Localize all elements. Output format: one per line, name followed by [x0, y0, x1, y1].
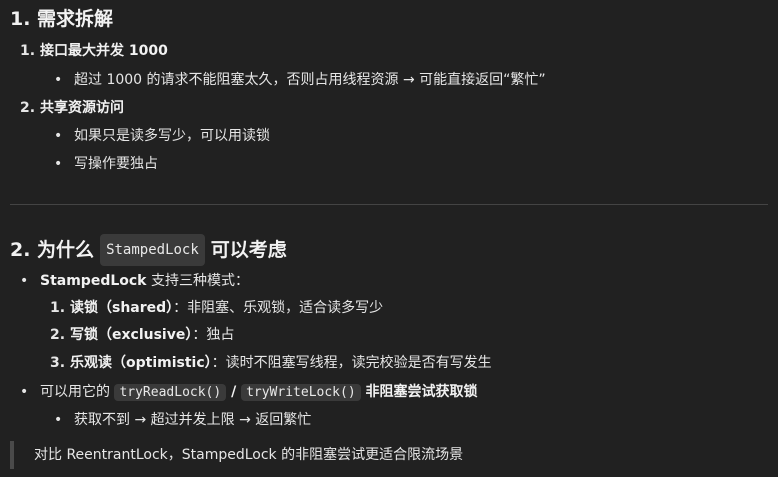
list-item-text: 可以用它的	[40, 384, 115, 400]
list-item: 1. 读锁（shared）：非阻塞、乐观锁，适合读多写少	[50, 298, 383, 318]
list-item: 获取不到 → 超过并发上限 → 返回繁忙	[54, 410, 311, 430]
list-number: 2.	[50, 327, 66, 343]
list-item: StampedLock 支持三种模式：	[20, 271, 249, 291]
list-item-text: 支持三种模式：	[146, 273, 249, 289]
bullet-icon	[20, 271, 40, 291]
list-number: 1.	[20, 43, 36, 59]
list-item-label: 非阻塞尝试获取锁	[360, 384, 478, 400]
inline-code: tryReadLock()	[114, 384, 227, 401]
divider	[10, 204, 768, 205]
list-number: 1.	[50, 300, 66, 316]
heading-text: 可以考虑	[210, 239, 287, 261]
list-item: 2. 写锁（exclusive）：独占	[50, 325, 234, 345]
list-item-text: ：独占	[192, 327, 235, 343]
list-number: 2.	[20, 100, 36, 116]
list-item: 3. 乐观读（optimistic）：读时不阻塞写线程，读完校验是否有写发生	[50, 353, 492, 373]
bullet-icon	[54, 154, 74, 174]
list-item-label: 共享资源访问	[40, 100, 124, 116]
list-item-label: 写锁（exclusive）	[70, 327, 193, 343]
section-2-heading: 2. 为什么 StampedLock 可以考虑	[10, 234, 287, 266]
bullet-icon	[20, 382, 40, 402]
blockquote: 对比 ReentrantLock，StampedLock 的非阻塞尝试更适合限流…	[10, 441, 730, 469]
list-item-text: 写操作要独占	[74, 156, 158, 172]
list-item: 超过 1000 的请求不能阻塞太久，否则占用线程资源 → 可能直接返回“繁忙”	[54, 70, 546, 90]
list-item-text: 获取不到 → 超过并发上限 → 返回繁忙	[74, 412, 312, 428]
bullet-icon	[54, 70, 74, 90]
list-item: 1. 接口最大并发 1000	[20, 41, 168, 61]
bullet-icon	[54, 126, 74, 146]
list-item-text: 超过 1000 的请求不能阻塞太久，否则占用线程资源 → 可能直接返回“繁忙”	[74, 72, 546, 88]
separator-text: /	[226, 384, 242, 400]
list-item: 2. 共享资源访问	[20, 98, 124, 118]
section-1-heading: 1. 需求拆解	[10, 8, 114, 30]
list-item: 如果只是读多写少，可以用读锁	[54, 126, 270, 146]
list-item-label: 接口最大并发 1000	[40, 43, 168, 59]
list-item: 可以用它的 tryReadLock() / tryWriteLock() 非阻塞…	[20, 382, 478, 403]
list-item-label: 乐观读（optimistic）	[70, 355, 212, 371]
list-number: 3.	[50, 355, 66, 371]
list-item-text: ：读时不阻塞写线程，读完校验是否有写发生	[211, 355, 492, 371]
list-item-label: 读锁（shared）	[70, 300, 174, 316]
list-item-text: ：非阻塞、乐观锁，适合读多写少	[173, 300, 384, 316]
bullet-icon	[54, 410, 74, 430]
list-item: 写操作要独占	[54, 154, 158, 174]
inline-code: StampedLock	[100, 234, 205, 266]
list-item-text: 如果只是读多写少，可以用读锁	[74, 128, 270, 144]
heading-text: 2. 为什么	[10, 239, 95, 261]
list-item-label: StampedLock	[40, 273, 147, 289]
inline-code: tryWriteLock()	[241, 384, 361, 401]
